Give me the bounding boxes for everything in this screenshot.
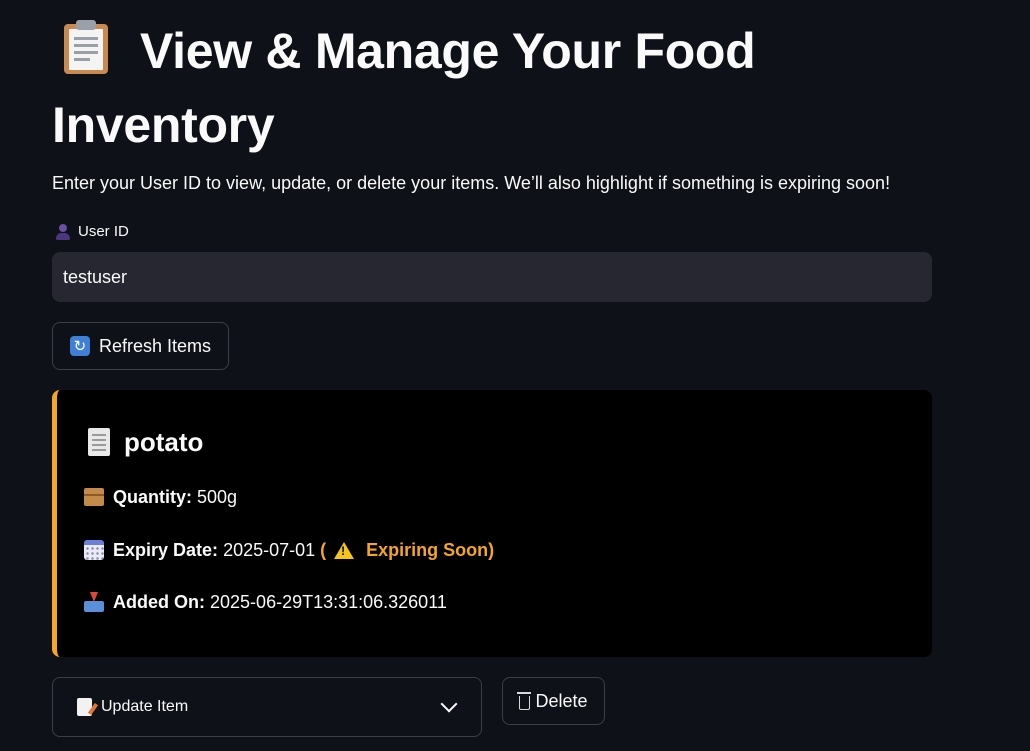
- receipt-icon: [88, 428, 110, 456]
- expiry-row: Expiry Date: 2025-07-01 ( Expiring Soon): [84, 537, 494, 563]
- added-on-value: 2025-06-29T13:31:06.326011: [210, 592, 447, 612]
- item-title: potato: [88, 424, 203, 460]
- page-title: View & Manage Your Food Inventory: [52, 18, 952, 158]
- food-inventory-page: View & Manage Your Food Inventory Enter …: [0, 0, 1030, 751]
- refresh-icon: ↻: [69, 336, 90, 356]
- quantity-label: Quantity:: [113, 487, 192, 507]
- expiring-soon-badge: ( Expiring Soon): [320, 537, 494, 563]
- memo-icon: [77, 698, 92, 716]
- quantity-value: 500g: [197, 487, 238, 507]
- added-on-label: Added On:: [113, 592, 205, 612]
- clipboard-icon: [62, 18, 122, 92]
- delete-label: Delete: [535, 690, 588, 711]
- calendar-icon: [84, 540, 104, 560]
- expiry-label: Expiry Date:: [113, 540, 219, 560]
- page-subtitle: Enter your User ID to view, update, or d…: [52, 173, 891, 193]
- expiry-open-paren: (: [320, 540, 327, 560]
- update-item-expander[interactable]: Update Item: [52, 677, 482, 737]
- page-title-text: View & Manage Your Food Inventory: [52, 23, 756, 153]
- warning-icon: [334, 541, 355, 559]
- refresh-items-label: Refresh Items: [98, 335, 212, 356]
- item-card: potato Quantity: 500g Expiry Date: 2025-…: [52, 390, 932, 657]
- package-icon: [84, 488, 104, 506]
- user-silhouette-icon: [54, 223, 72, 241]
- expiring-soon-text: Expiring Soon): [366, 540, 495, 560]
- chevron-down-icon: [440, 695, 458, 713]
- user-id-label: User ID: [54, 221, 129, 243]
- expiry-value: 2025-07-01: [223, 540, 316, 560]
- added-on-row: Added On: 2025-06-29T13:31:06.326011: [84, 589, 447, 615]
- update-item-label: Update Item: [101, 698, 189, 715]
- item-name: potato: [124, 427, 204, 457]
- inbox-tray-icon: [84, 592, 104, 612]
- user-id-input[interactable]: [52, 252, 932, 302]
- delete-button[interactable]: Delete: [502, 677, 605, 725]
- quantity-row: Quantity: 500g: [84, 484, 237, 510]
- user-id-label-text: User ID: [78, 223, 129, 240]
- refresh-items-button[interactable]: ↻ Refresh Items: [52, 322, 229, 370]
- trash-icon: [517, 691, 532, 710]
